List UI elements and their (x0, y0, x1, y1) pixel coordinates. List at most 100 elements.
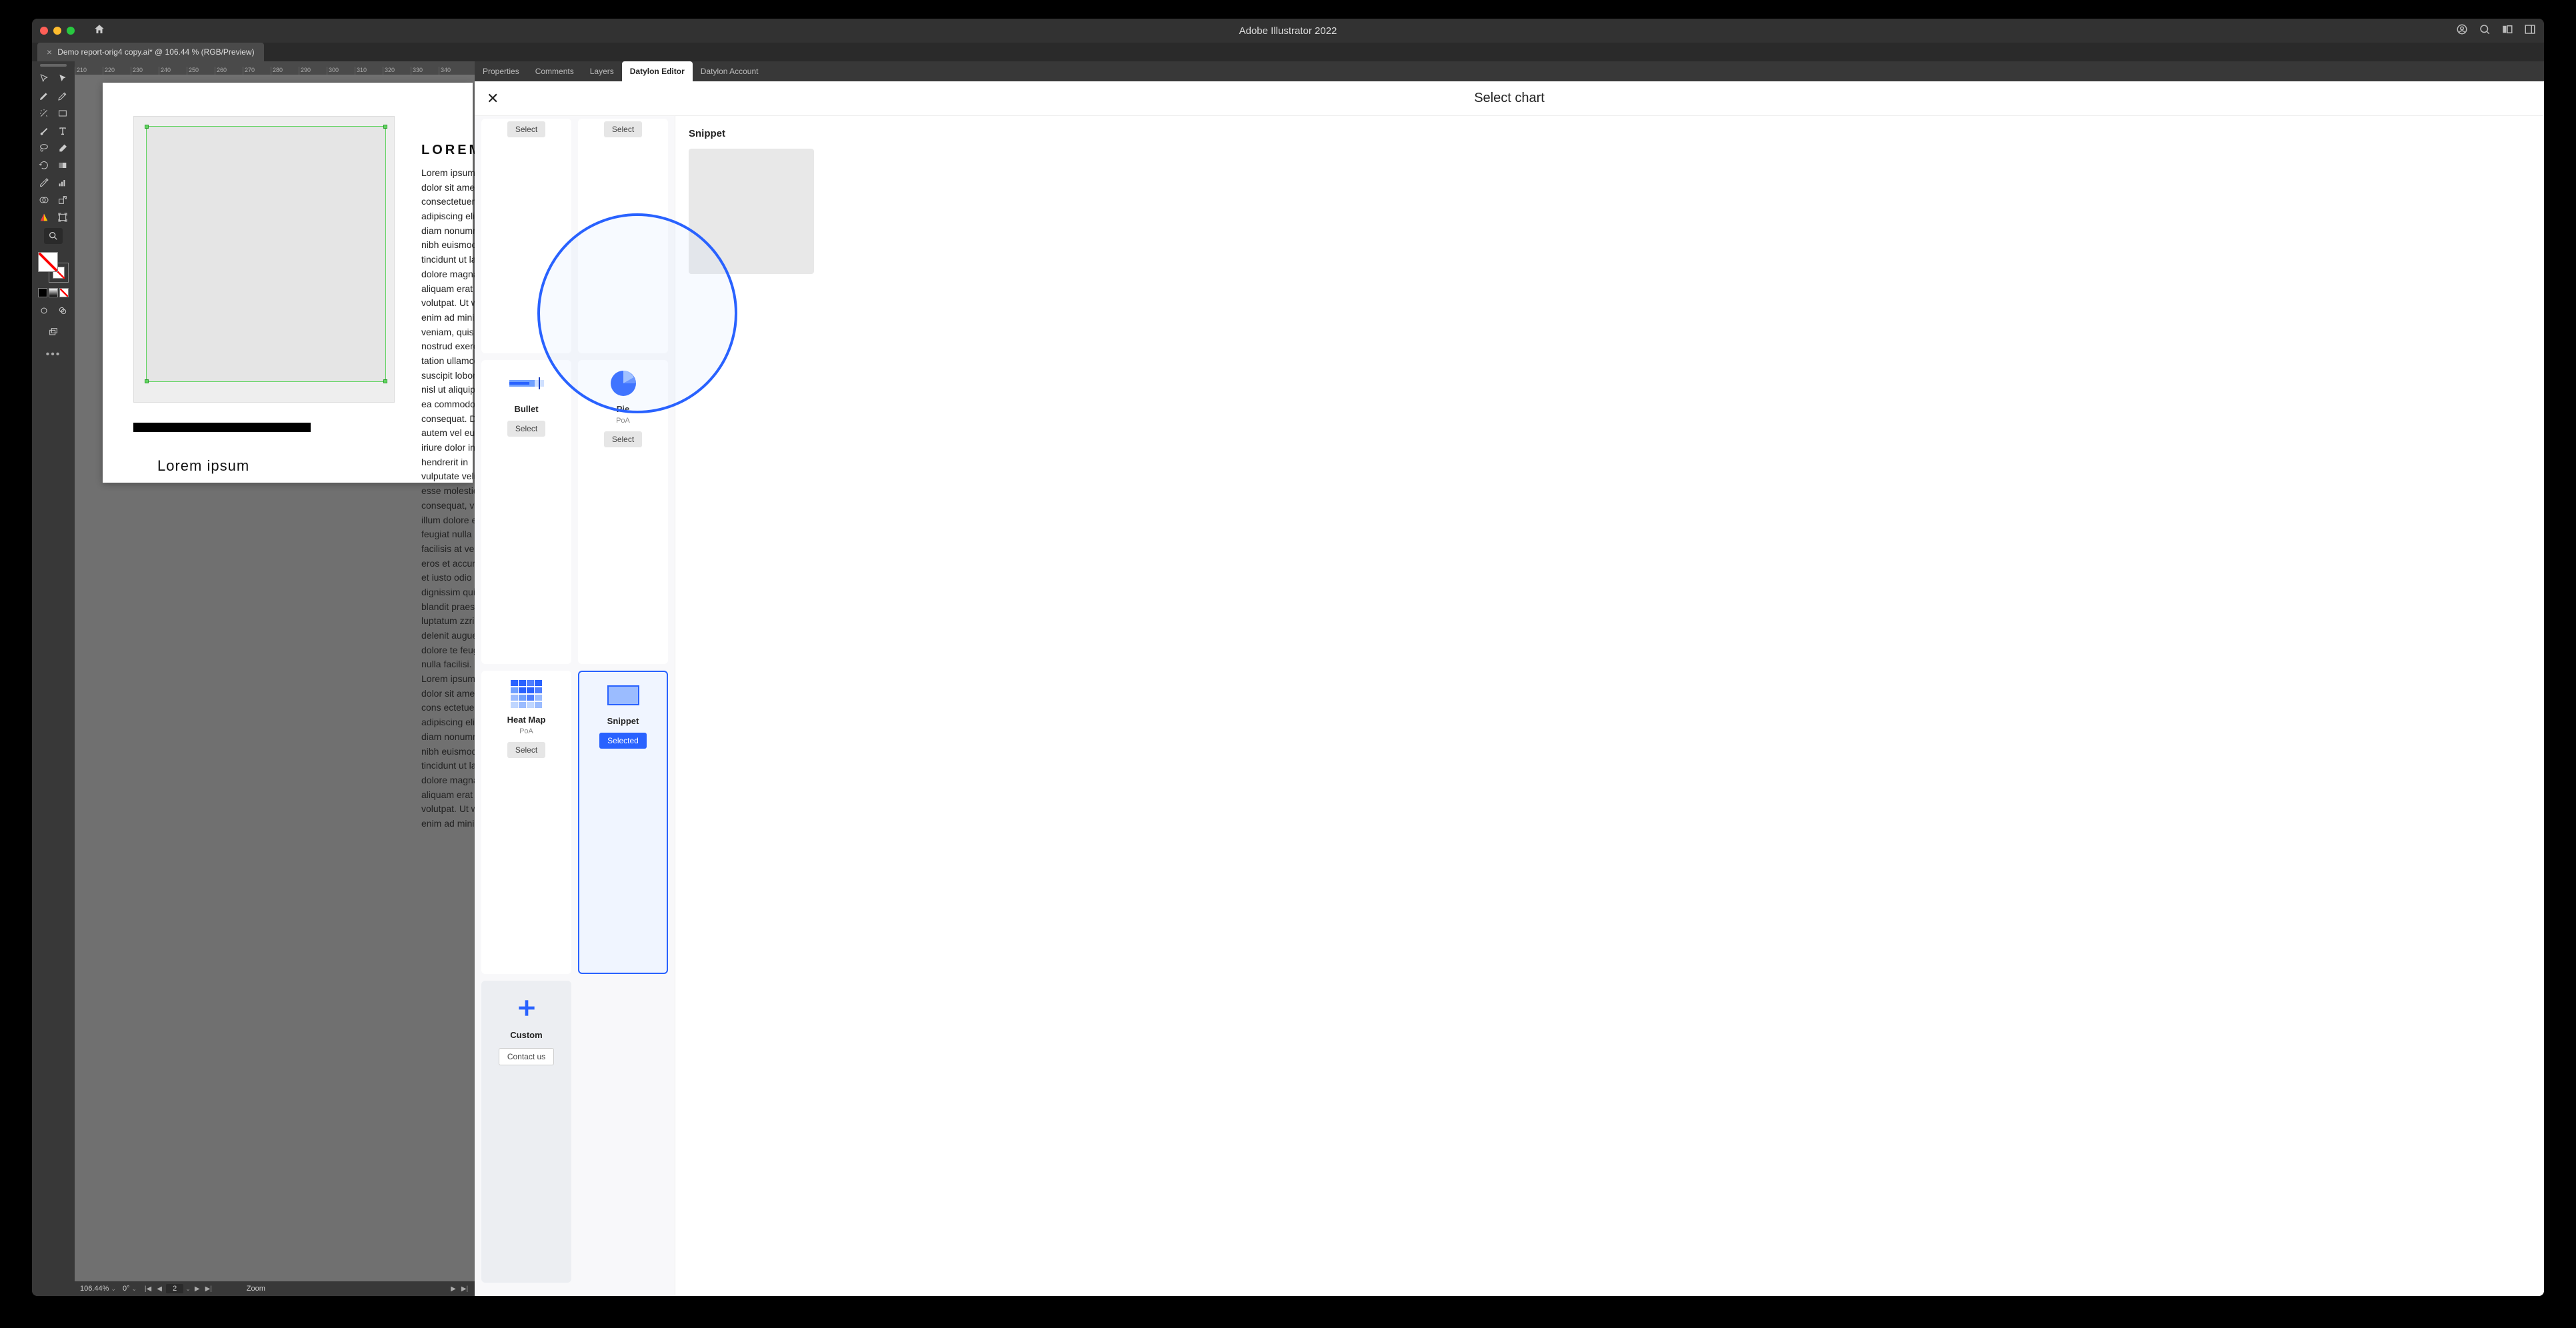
panel-toggle-icon[interactable] (2524, 23, 2536, 39)
draw-normal-icon[interactable] (35, 303, 53, 319)
contact-us-button[interactable]: Contact us (499, 1048, 554, 1065)
color-mode-swatches[interactable] (38, 288, 69, 297)
color-swatch[interactable] (38, 288, 47, 297)
panel-tabs: Properties Comments Layers Datylon Edito… (475, 61, 2544, 81)
zoom-value[interactable]: 106.44% (80, 1285, 109, 1293)
eraser-tool[interactable] (53, 140, 72, 156)
chart-card-heat-map[interactable]: Heat Map PoA Select (481, 671, 571, 974)
selection-tool[interactable] (35, 71, 53, 87)
minimize-window-button[interactable] (53, 27, 61, 35)
zoom-tool[interactable] (44, 228, 63, 244)
magic-wand-tool[interactable] (35, 105, 53, 121)
document-tab[interactable]: × Demo report-orig4 copy.ai* @ 106.44 % … (37, 43, 264, 61)
gradient-swatch[interactable] (49, 288, 58, 297)
datylon-tool[interactable] (35, 209, 53, 225)
selection-handle[interactable] (145, 125, 149, 129)
selection-handle[interactable] (145, 379, 149, 383)
prev-artboard-button[interactable]: ◀ (155, 1284, 164, 1293)
scale-tool[interactable] (53, 192, 72, 208)
chevron-down-icon[interactable]: ⌄ (185, 1285, 191, 1293)
draw-behind-icon[interactable] (53, 303, 72, 319)
select-button[interactable]: Select (604, 121, 642, 137)
tab-comments[interactable]: Comments (527, 61, 582, 81)
card-subtitle: PoA (519, 727, 533, 735)
direct-selection-tool[interactable] (53, 71, 72, 87)
close-window-button[interactable] (40, 27, 48, 35)
tools-panel: ••• (32, 61, 75, 1296)
chart-card-custom[interactable]: Custom Contact us (481, 981, 571, 1283)
tab-layers[interactable]: Layers (582, 61, 622, 81)
horizontal-ruler: 210 220 230 240 250 260 270 280 290 300 … (75, 61, 475, 75)
tab-datylon-editor[interactable]: Datylon Editor (622, 61, 693, 81)
selected-rectangle[interactable] (147, 127, 385, 381)
panel-title: Select chart (1474, 91, 1545, 106)
snippet-icon (606, 681, 641, 709)
artboard-number[interactable]: 2 (166, 1284, 183, 1293)
datylon-panel: Properties Comments Layers Datylon Edito… (475, 61, 2544, 1296)
eyedropper-tool[interactable] (35, 175, 53, 191)
type-tool[interactable] (53, 123, 72, 139)
chart-card-icon-array[interactable]: Select (578, 119, 668, 353)
column-graph-tool[interactable] (53, 175, 72, 191)
heat-map-icon (509, 680, 544, 708)
tools-grip[interactable] (40, 64, 67, 67)
home-button[interactable] (93, 23, 105, 39)
tab-properties[interactable]: Properties (475, 61, 527, 81)
brush-tool[interactable] (35, 123, 53, 139)
none-swatch[interactable] (59, 288, 69, 297)
close-tab-icon[interactable]: × (47, 47, 52, 57)
chart-card-snippet[interactable]: Snippet Selected (578, 671, 668, 974)
art-divider-bar[interactable] (133, 423, 311, 432)
first-artboard-button[interactable]: |◀ (143, 1284, 153, 1293)
pie-chart-icon (606, 369, 641, 397)
chart-card-pie[interactable]: Pie PoA Select (578, 360, 668, 663)
chevron-down-icon[interactable]: ⌄ (132, 1285, 137, 1293)
canvas-area: 210 220 230 240 250 260 270 280 290 300 … (75, 61, 475, 1296)
edit-toolbar-icon[interactable]: ••• (44, 347, 63, 363)
arrange-icon[interactable] (2501, 23, 2513, 39)
artboard-tool[interactable] (53, 209, 72, 225)
art-caption[interactable]: Lorem ipsum (157, 457, 249, 475)
fill-stroke-control[interactable] (37, 251, 70, 284)
scroll-right-button[interactable]: ▶ (449, 1284, 458, 1293)
last-artboard-button[interactable]: ▶| (204, 1284, 213, 1293)
select-button[interactable]: Select (507, 742, 545, 758)
art-heading[interactable]: LOREM (421, 143, 475, 158)
canvas-viewport[interactable]: + LOREM Lorem ipsum dolor sit amet, cons… (75, 75, 475, 1281)
maximize-window-button[interactable] (67, 27, 75, 35)
chevron-down-icon[interactable]: ⌄ (111, 1285, 116, 1293)
next-artboard-button[interactable]: ▶ (193, 1284, 202, 1293)
card-label: Pie (617, 404, 630, 414)
art-body-text[interactable]: Lorem ipsum dolor sit amet, consectetuer… (421, 166, 475, 831)
close-panel-button[interactable]: ✕ (487, 90, 499, 107)
lasso-tool[interactable] (35, 140, 53, 156)
selection-handle[interactable] (383, 379, 387, 383)
preview-thumbnail (689, 149, 814, 274)
pen-tool[interactable] (35, 88, 53, 104)
app-title: Adobe Illustrator 2022 (1239, 25, 1337, 37)
chart-card-bullet[interactable]: Bullet Select (481, 360, 571, 663)
plus-icon (509, 994, 544, 1022)
artboard[interactable]: + LOREM Lorem ipsum dolor sit amet, cons… (103, 83, 473, 483)
app-window: Adobe Illustrator 2022 × Demo report-ori… (32, 19, 2544, 1296)
tab-datylon-account[interactable]: Datylon Account (693, 61, 767, 81)
scroll-end-button[interactable]: ▶| (460, 1284, 469, 1293)
select-button[interactable]: Select (507, 121, 545, 137)
user-icon[interactable] (2456, 23, 2468, 39)
curvature-tool[interactable] (53, 88, 72, 104)
shape-builder-tool[interactable] (35, 192, 53, 208)
gradient-tool[interactable] (53, 157, 72, 173)
document-tab-label: Demo report-orig4 copy.ai* @ 106.44 % (R… (57, 47, 254, 57)
screen-mode-icon[interactable] (44, 324, 63, 340)
card-label: Snippet (607, 716, 639, 726)
selection-handle[interactable] (383, 125, 387, 129)
select-button[interactable]: Select (507, 421, 545, 437)
rotate-tool[interactable] (35, 157, 53, 173)
search-icon[interactable] (2479, 23, 2491, 39)
rotation-value[interactable]: 0° (123, 1285, 130, 1293)
chart-card-icon[interactable]: Select (481, 119, 571, 353)
selected-button[interactable]: Selected (599, 733, 647, 749)
chart-gallery[interactable]: Select Select Bullet Select (475, 116, 675, 1296)
select-button[interactable]: Select (604, 431, 642, 447)
rectangle-tool[interactable] (53, 105, 72, 121)
